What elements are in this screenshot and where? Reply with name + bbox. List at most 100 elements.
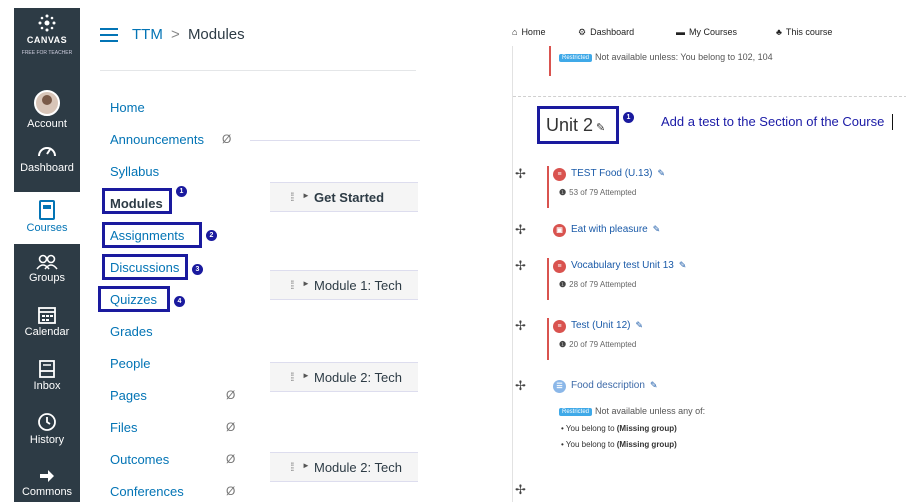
callout-box-modules — [102, 188, 172, 214]
restriction-marker — [547, 166, 549, 208]
module-header[interactable]: ⁞⁞ ► Module 2: Tech — [270, 452, 418, 482]
callout-box-assignments — [102, 222, 202, 248]
move-icon[interactable]: ✢ — [515, 318, 526, 334]
course-nav-outcomes[interactable]: Outcomes — [110, 452, 169, 467]
info-icon: ❶ — [559, 280, 567, 289]
moodle-course-content: Restricted Not available unless: You belo… — [512, 46, 906, 502]
global-nav-commons[interactable]: Commons — [14, 468, 80, 499]
canvas-logo-subtext: FREE FOR TEACHER — [21, 50, 73, 56]
move-icon[interactable]: ✢ — [515, 222, 526, 238]
attempt-text: 28 of 79 Attempted — [569, 280, 637, 289]
global-nav-history[interactable]: History — [14, 412, 80, 447]
moodle-nav-this-course[interactable]: ♣ This course — [776, 27, 832, 37]
dashboard-icon — [38, 147, 56, 157]
moodle-nav-home[interactable]: ⌂ Home — [512, 27, 545, 37]
modules-top-divider — [250, 140, 420, 141]
caret-right-icon[interactable]: ► — [302, 191, 310, 200]
move-icon[interactable]: ✢ — [515, 378, 526, 394]
module-header[interactable]: ⁞⁞ ► Module 1: Tech — [270, 270, 418, 300]
module-title: Module 2: Tech — [314, 460, 402, 475]
drag-handle-icon[interactable]: ⁞⁞ — [290, 278, 294, 292]
moodle-top-nav: ⌂ Home ⚙ Dashboard ▬ My Courses ♣ This cours… — [508, 22, 906, 44]
activity-link[interactable]: Test (Unit 12) ✎ — [571, 320, 643, 331]
moodle-nav-my-courses[interactable]: ▬ My Courses — [676, 27, 737, 37]
global-nav-calendar[interactable]: Calendar — [14, 306, 80, 339]
header-divider — [100, 70, 416, 71]
course-tree-icon: ♣ — [776, 27, 782, 37]
hidden-eye-icon: Ø — [226, 388, 236, 402]
activity-link[interactable]: TEST Food (U.13) ✎ — [571, 168, 665, 179]
activity-link[interactable]: Eat with pleasure ✎ — [571, 224, 660, 235]
activity-link[interactable]: Vocabulary test Unit 13 ✎ — [571, 260, 686, 271]
activity-item[interactable]: ✢ ≡ TEST Food (U.13) ✎ ❶ 53 of 79 Attempte… — [513, 166, 906, 210]
global-nav-groups[interactable]: Groups — [14, 254, 80, 285]
course-nav-home[interactable]: Home — [110, 100, 145, 115]
course-nav-conferences[interactable]: Conferences — [110, 484, 184, 499]
nav-label: Home — [521, 27, 546, 37]
course-nav-syllabus[interactable]: Syllabus — [110, 164, 159, 179]
course-nav-people[interactable]: People — [110, 356, 150, 371]
activity-name: Eat with pleasure — [571, 224, 648, 235]
course-nav-announcements[interactable]: Announcements — [110, 132, 204, 147]
callout-number: 2 — [206, 230, 217, 241]
home-icon: ⌂ — [512, 27, 518, 37]
breadcrumb-current: Modules — [187, 26, 245, 43]
attempt-text: 20 of 79 Attempted — [569, 340, 637, 349]
canvas-logo[interactable]: CANVAS FREE FOR TEACHER — [14, 14, 80, 60]
drag-handle-icon[interactable]: ⁞⁞ — [290, 460, 294, 474]
edit-pencil-icon[interactable]: ✎ — [658, 168, 666, 178]
module-header[interactable]: ⁞⁞ ► Get Started — [270, 182, 418, 212]
canvas-logo-text: CANVAS — [26, 35, 68, 45]
moodle-panel: ⌂ Home ⚙ Dashboard ▬ My Courses ♣ This cours… — [508, 0, 906, 502]
commons-icon — [40, 470, 54, 482]
bullet-group: (Missing group) — [616, 440, 677, 449]
hidden-eye-icon: Ø — [226, 452, 236, 466]
bullet-prefix: You belong to — [565, 440, 617, 449]
section-divider — [513, 96, 906, 97]
attempt-count: ❶ 20 of 79 Attempted — [559, 340, 636, 349]
edit-pencil-icon[interactable]: ✎ — [653, 224, 661, 234]
activity-link[interactable]: Food description ✎ — [571, 380, 657, 391]
global-nav-label: Calendar — [24, 326, 70, 338]
hidden-eye-icon: Ø — [226, 420, 236, 434]
edit-pencil-icon[interactable]: ✎ — [679, 260, 687, 270]
nav-label: Dashboard — [590, 27, 635, 37]
activity-item[interactable]: ✢ ≡ Vocabulary test Unit 13 ✎ ❶ 28 of 79 A… — [513, 258, 906, 302]
move-icon[interactable]: ✢ — [515, 482, 526, 498]
caret-right-icon[interactable]: ► — [302, 279, 310, 288]
course-nav-grades[interactable]: Grades — [110, 324, 153, 339]
callout-number: 3 — [192, 264, 203, 275]
edit-pencil-icon[interactable]: ✎ — [650, 380, 658, 390]
attempt-count: ❶ 53 of 79 Attempted — [559, 188, 636, 197]
activity-item-partial[interactable]: ✢ — [513, 482, 906, 500]
course-nav-pages[interactable]: Pages — [110, 388, 147, 403]
section-title-box[interactable]: Unit 2 ✎ — [537, 106, 619, 144]
edit-pencil-icon[interactable]: ✎ — [635, 320, 643, 330]
move-icon[interactable]: ✢ — [515, 166, 526, 182]
activity-item[interactable]: ✢ ☰ Food description ✎ Restricted Not avai… — [513, 378, 906, 468]
module-header[interactable]: ⁞⁞ ► Module 2: Tech — [270, 362, 418, 392]
hidden-eye-icon: Ø — [222, 132, 232, 146]
drag-handle-icon[interactable]: ⁞⁞ — [290, 370, 294, 384]
breadcrumb-course-link[interactable]: TTM — [132, 26, 163, 43]
global-nav-dashboard[interactable]: Dashboard — [14, 142, 80, 175]
drag-handle-icon[interactable]: ⁞⁞ — [290, 190, 294, 204]
bullet-group: (Missing group) — [616, 424, 677, 433]
hidden-eye-icon: Ø — [226, 484, 236, 498]
restriction-condition: Not available unless any of: — [595, 406, 706, 416]
hamburger-menu-icon[interactable] — [100, 28, 118, 46]
activity-item[interactable]: ✢ ≡ Test (Unit 12) ✎ ❶ 20 of 79 Attempted — [513, 318, 906, 362]
canvas-lms-panel: CANVAS FREE FOR TEACHER Account Dashboar… — [0, 0, 420, 502]
global-nav-inbox[interactable]: Inbox — [14, 360, 80, 393]
move-icon[interactable]: ✢ — [515, 258, 526, 274]
course-nav-files[interactable]: Files — [110, 420, 137, 435]
caret-right-icon[interactable]: ► — [302, 371, 310, 380]
edit-pencil-icon[interactable]: ✎ — [596, 122, 605, 134]
moodle-nav-dashboard[interactable]: ⚙ Dashboard — [578, 27, 634, 38]
global-nav-courses[interactable]: Courses — [14, 192, 80, 244]
breadcrumb: TTM > Modules — [132, 26, 245, 43]
global-nav-label: Dashboard — [20, 162, 74, 174]
caret-right-icon[interactable]: ► — [302, 461, 310, 470]
global-nav-account[interactable]: Account — [14, 90, 80, 131]
activity-item[interactable]: ✢ ▣ Eat with pleasure ✎ — [513, 222, 906, 244]
